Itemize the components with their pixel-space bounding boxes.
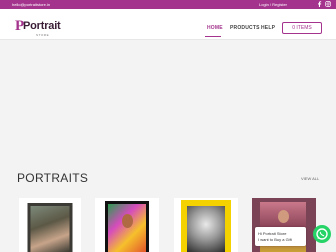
logo-subtext: STORE <box>36 33 50 37</box>
logo-text: Portrait <box>23 20 61 32</box>
product-card[interactable] <box>174 198 238 252</box>
portrait-frame-image <box>181 200 231 252</box>
nav-products[interactable]: PRODUCTS <box>230 25 260 31</box>
product-card[interactable] <box>19 198 81 252</box>
chat-prompt-bubble[interactable]: Hi Portrait Store I want to Buy a Gift <box>255 227 306 246</box>
social-links <box>317 1 331 8</box>
section-title: PORTRAITS <box>17 171 89 185</box>
nav-active-underline <box>205 36 221 37</box>
portrait-frame-image <box>27 203 73 252</box>
product-card[interactable] <box>95 198 159 252</box>
chat-line-1: Hi Portrait Store <box>258 231 287 236</box>
login-register-link[interactable]: Login / Register <box>259 0 287 9</box>
contact-email[interactable]: hello@portraitstore.in <box>12 0 50 9</box>
whatsapp-icon <box>316 228 328 240</box>
portrait-frame-image <box>105 201 149 252</box>
top-info-bar: hello@portraitstore.in Login / Register <box>0 0 336 9</box>
nav-home[interactable]: HOME <box>207 25 223 31</box>
whatsapp-chat-button[interactable] <box>313 225 331 243</box>
chat-line-2: I want to Buy a Gift <box>258 237 292 242</box>
facebook-icon[interactable] <box>317 1 322 8</box>
cart-items-button[interactable]: 0 ITEMS <box>282 22 322 34</box>
site-header: P Portrait STORE HOME PRODUCTS HELP 0 IT… <box>0 9 336 40</box>
instagram-icon[interactable] <box>325 1 331 7</box>
view-all-link[interactable]: VIEW ALL <box>301 176 319 181</box>
nav-help[interactable]: HELP <box>261 25 275 31</box>
